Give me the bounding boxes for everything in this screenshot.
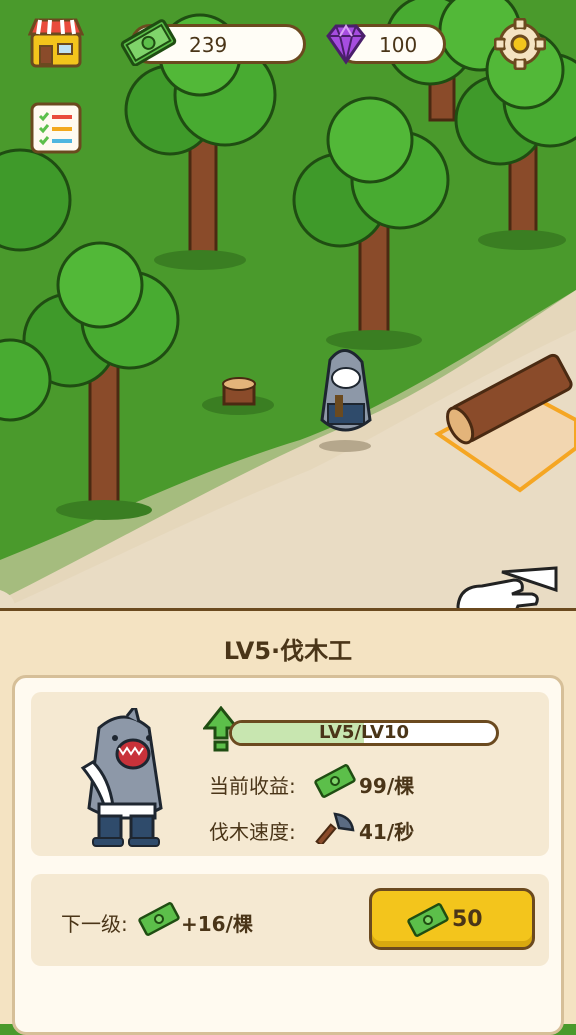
level-progress-text: LV5/LV10: [319, 722, 409, 743]
shop-button[interactable]: [27, 16, 85, 70]
shop-icon: [27, 18, 85, 68]
cash-icon: [407, 903, 449, 937]
income-label: 当前收益:: [209, 774, 296, 798]
cash-value: 239: [189, 33, 228, 57]
shark-avatar: [80, 708, 163, 847]
cash-icon: [120, 19, 177, 66]
task-list-icon: [30, 102, 82, 154]
settings-button[interactable]: [493, 17, 547, 71]
upgrade-button[interactable]: 50: [369, 888, 535, 950]
forest-map: [0, 0, 576, 640]
level-progress-bar: LV5/LV10: [229, 720, 499, 746]
next-level-value: +16/棵: [181, 912, 253, 936]
next-level-card: 下一级: +16/棵 50: [31, 874, 549, 966]
gem-icon: [326, 24, 366, 65]
game-scene[interactable]: [0, 0, 576, 640]
hud: 239 100: [0, 0, 576, 90]
speed-label: 伐木速度:: [209, 820, 296, 844]
worker-upgrade-panel: LV5·伐木工 LV5/LV10 当前收益: 99/棵 伐木速度: 41/秒 下…: [0, 608, 576, 1035]
gem-value: 100: [379, 33, 418, 57]
next-level-label: 下一级:: [61, 912, 128, 936]
panel-title: LV5·伐木工: [223, 637, 353, 665]
panel-content: LV5/LV10 当前收益: 99/棵 伐木速度: 41/秒 下一级: +16/…: [12, 675, 564, 1035]
worker-stats-card: LV5/LV10 当前收益: 99/棵 伐木速度: 41/秒: [31, 692, 549, 856]
axe-icon: [315, 812, 355, 844]
cash-icon: [138, 902, 180, 936]
income-value: 99/棵: [359, 774, 415, 798]
cash-icon: [314, 764, 356, 798]
speed-value: 41/秒: [359, 820, 415, 844]
upgrade-price: 50: [452, 907, 483, 932]
settings-gear-icon: [493, 17, 547, 71]
task-list-button[interactable]: [28, 100, 84, 156]
